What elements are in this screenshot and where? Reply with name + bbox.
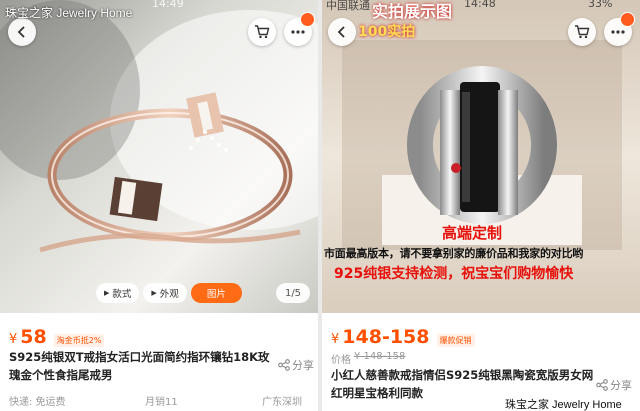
cart-button[interactable] <box>248 18 276 46</box>
seller-location: 广东深圳 <box>262 397 302 408</box>
status-bar-time: 14:48 <box>464 0 496 10</box>
price-row-right: ¥ 148-158 爆款促销 <box>331 326 475 348</box>
share-button-left[interactable]: 分享 <box>278 357 314 373</box>
product-title-left[interactable]: S925纯银双T戒指女活口光面简约指环镶钻18K玫瑰金个性食指尾戒男 <box>9 348 271 384</box>
chevron-left-icon <box>17 26 25 38</box>
more-dots-icon <box>611 30 625 34</box>
overlay-version-note: 市面最高版本，请不要拿别家的廉价品和我家的对比哟 <box>324 247 584 260</box>
original-price: 价格 ¥ 148-158 <box>331 351 406 366</box>
watermark-top-left: 珠宝之家 Jewelry Home <box>5 6 133 20</box>
status-bar-time: 14:49 <box>152 0 184 10</box>
notification-badge <box>300 12 315 27</box>
back-button[interactable] <box>8 18 36 46</box>
status-battery: 33% <box>588 0 613 10</box>
chip-pictures[interactable]: 图片 <box>190 283 242 303</box>
share-button-right[interactable]: 分享 <box>596 377 632 393</box>
more-button[interactable] <box>284 12 315 46</box>
currency-symbol: ¥ <box>9 332 18 347</box>
price-row-left: ¥ 58 淘金币抵2% <box>9 326 105 348</box>
more-button[interactable] <box>604 12 635 46</box>
product-card-left[interactable]: 14:49 珠宝之家 Jewelry Home ▶ 款式 ▶ 外观 图片 1/5 ¥… <box>0 0 318 411</box>
chip-appearance[interactable]: ▶ 外观 <box>143 283 187 303</box>
cart-button[interactable] <box>568 18 596 46</box>
banner-line-1: 实拍展示图 <box>372 2 453 21</box>
overlay-silver-note: 925纯银支持检测，祝宝宝们购物愉快 <box>334 266 574 282</box>
notification-badge <box>620 12 635 27</box>
product-photo-left[interactable]: 14:49 珠宝之家 Jewelry Home ▶ 款式 ▶ 外观 图片 1/5 <box>0 0 318 313</box>
price-value: 58 <box>20 326 47 348</box>
monthly-sales: 月销11 <box>145 397 178 408</box>
chip-style[interactable]: ▶ 款式 <box>96 283 140 303</box>
overlay-custom-label: 高端定制 <box>442 224 503 242</box>
more-dots-icon <box>291 30 305 34</box>
price-value: 148-158 <box>342 326 430 348</box>
play-icon: ▶ <box>151 289 157 297</box>
back-button[interactable] <box>328 18 356 46</box>
coin-discount-tag: 淘金币抵2% <box>53 334 105 347</box>
product-photo-right[interactable]: 中国联通 14:48 33% 实拍展示图 100实拍 高端定制 市面最高版本，请… <box>322 0 640 313</box>
product-card-right[interactable]: 中国联通 14:48 33% 实拍展示图 100实拍 高端定制 市面最高版本，请… <box>322 0 640 411</box>
image-counter: 1/5 <box>276 283 310 303</box>
cart-icon <box>255 25 270 39</box>
cart-icon <box>575 25 590 39</box>
promo-tag: 爆款促销 <box>436 334 475 347</box>
status-carrier: 中国联通 <box>326 0 370 12</box>
currency-symbol: ¥ <box>331 332 340 347</box>
share-icon <box>596 379 608 391</box>
play-icon: ▶ <box>104 289 110 297</box>
banner-line-2: 100实拍 <box>358 24 416 40</box>
shipping-info: 快递: 免运费 <box>9 397 66 408</box>
watermark-bottom-right: 珠宝之家 Jewelry Home <box>502 396 625 411</box>
chevron-left-icon <box>337 26 345 38</box>
media-chip-row: ▶ 款式 ▶ 外观 图片 <box>96 283 242 303</box>
share-icon <box>278 359 290 371</box>
